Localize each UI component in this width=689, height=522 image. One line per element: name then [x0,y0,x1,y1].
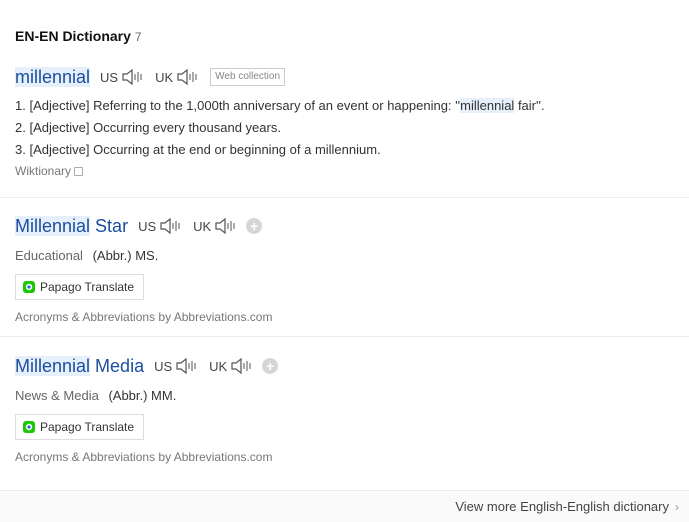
pron-us: US [154,357,199,375]
papago-logo-icon [23,281,35,293]
pron-us: US [138,217,183,235]
plus-icon[interactable]: + [262,358,279,374]
speaker-icon[interactable] [121,68,145,86]
papago-logo-icon [23,421,35,433]
definition-item: 2. [Adjective] Occurring every thousand … [15,120,281,135]
pron-uk: UK [193,217,238,235]
entry-millennial-media: Millennial Media US UK + News & Media (A… [15,354,689,464]
abbr-info: News & Media (Abbr.) MM. [15,388,689,403]
entry-millennial: millennial US UK Web collection 1. [Adje… [15,65,689,178]
speaker-icon[interactable] [230,357,254,375]
definition-item: 1. [Adjective] Referring to the 1,000th … [15,98,545,113]
dictionary-header: EN-EN Dictionary 7 [15,28,142,44]
speaker-icon[interactable] [176,68,200,86]
entry-word-link[interactable]: millennial [15,66,91,88]
definition-item: 3. [Adjective] Occurring at the end or b… [15,142,381,157]
source-abbreviations[interactable]: Acronyms & Abbreviations by Abbreviation… [15,450,689,464]
source-wiktionary[interactable]: Wiktionary [15,164,689,178]
entry-word-link[interactable]: Millennial Media [15,355,144,377]
divider [0,197,689,198]
abbr-value: (Abbr.) MM. [108,388,177,403]
papago-translate-button[interactable]: Papago Translate [15,414,145,440]
papago-translate-button[interactable]: Papago Translate [15,274,145,300]
category-label: Educational [15,248,83,263]
view-more-link[interactable]: View more English-English dictionary › [455,499,679,514]
web-collection-badge: Web collection [210,68,286,86]
source-abbreviations[interactable]: Acronyms & Abbreviations by Abbreviation… [15,310,689,324]
plus-icon[interactable]: + [246,218,263,234]
abbr-info: Educational (Abbr.) MS. [15,248,689,263]
pron-us: US [100,68,145,86]
definition-list: 1. [Adjective] Referring to the 1,000th … [15,95,689,161]
entry-millennial-star: Millennial Star US UK + Educational (Abb… [15,214,689,324]
highlighted-term[interactable]: millennial [460,98,515,113]
speaker-icon[interactable] [175,357,199,375]
abbr-value: (Abbr.) MS. [92,248,159,263]
speaker-icon[interactable] [214,217,238,235]
result-count: 7 [134,30,142,44]
speaker-icon[interactable] [159,217,183,235]
footer-bar: View more English-English dictionary › [0,490,689,522]
category-label: News & Media [15,388,99,403]
divider [0,336,689,337]
dictionary-title: EN-EN Dictionary [15,28,131,44]
pron-uk: UK [209,357,254,375]
entry-word-link[interactable]: Millennial Star [15,215,128,237]
chevron-right-icon: › [675,499,679,514]
copy-icon [74,166,84,176]
pron-uk: UK [155,68,200,86]
